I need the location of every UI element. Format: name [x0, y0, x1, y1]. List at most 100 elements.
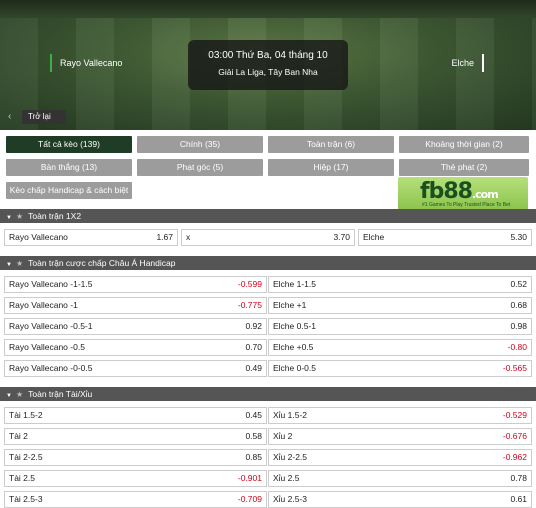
odds-value: 0.78 — [510, 473, 527, 483]
odds-cell[interactable]: Rayo Vallecano 1.67 — [4, 229, 178, 246]
odds-cell[interactable]: Tài 2.5 -0.901 — [4, 470, 267, 487]
match-info-box: 03:00 Thứ Ba, 04 tháng 10 Giải La Liga, … — [188, 40, 348, 90]
tab-2[interactable]: Toàn trận (6) — [268, 136, 394, 153]
collapse-arrow-icon[interactable]: ▼ — [6, 389, 12, 403]
section-title: Toàn trận Tài/Xỉu — [28, 389, 93, 399]
odds-cell[interactable]: Xỉu 2.5-3 0.61 — [268, 491, 532, 508]
tab-3[interactable]: Khoảng thời gian (2) — [399, 136, 529, 153]
section-header[interactable]: ▼ ★ Toàn trận Tài/Xỉu — [0, 387, 536, 401]
odds-cell[interactable]: Xỉu 1.5-2 -0.529 — [268, 407, 532, 424]
odds-cell[interactable]: Elche 0-0.5 -0.565 — [268, 360, 532, 377]
odds-value: -0.676 — [502, 431, 527, 441]
odds-value: 0.92 — [245, 321, 262, 331]
odds-cell[interactable]: x 3.70 — [181, 229, 355, 246]
collapse-arrow-icon[interactable]: ▼ — [6, 211, 12, 225]
away-team-name: Elche — [451, 54, 484, 72]
odds-label: Xỉu 2.5 — [273, 473, 300, 483]
favorite-star-icon[interactable]: ★ — [16, 210, 23, 224]
odds-cell[interactable]: Rayo Vallecano -1-1.5 -0.599 — [4, 276, 267, 293]
odds-cell[interactable]: Rayo Vallecano -1 -0.775 — [4, 297, 267, 314]
odds-cell[interactable]: Tài 2-2.5 0.85 — [4, 449, 267, 466]
odds-value: 0.49 — [245, 363, 262, 373]
odds-cell[interactable]: Elche 0.5-1 0.98 — [268, 318, 532, 335]
odds-value: 0.61 — [510, 494, 527, 504]
section-header[interactable]: ▼ ★ Toàn trận 1X2 — [0, 209, 536, 223]
favorite-star-icon[interactable]: ★ — [16, 257, 23, 271]
odds-value: 0.85 — [245, 452, 262, 462]
odds-value: 3.70 — [333, 232, 350, 242]
odds-label: Tài 2-2.5 — [9, 452, 43, 462]
odds-label: Rayo Vallecano -1 — [9, 300, 78, 310]
odds-value: 1.67 — [156, 232, 173, 242]
tab-4[interactable]: Bàn thắng (13) — [6, 159, 132, 176]
section-header[interactable]: ▼ ★ Toàn trận cược chấp Châu Á Handicap — [0, 256, 536, 270]
match-time: 03:00 Thứ Ba, 04 tháng 10 — [208, 50, 328, 61]
odds-label: Elche 0-0.5 — [273, 363, 316, 373]
odds-cell[interactable]: Xỉu 2-2.5 -0.962 — [268, 449, 532, 466]
odds-cell[interactable]: Elche +0.5 -0.80 — [268, 339, 532, 356]
favorite-star-icon[interactable]: ★ — [16, 388, 23, 402]
fb88-logo: fb88.com — [420, 179, 499, 204]
odds-value: -0.529 — [502, 410, 527, 420]
fb88-tagline: #1 Games To Play Trusted Place To Bet — [422, 202, 511, 208]
odds-value: -0.962 — [502, 452, 527, 462]
collapse-arrow-icon[interactable]: ▼ — [6, 258, 12, 272]
odds-cell[interactable]: Tài 1.5-2 0.45 — [4, 407, 267, 424]
odds-label: Elche 0.5-1 — [273, 321, 316, 331]
back-button[interactable]: ‹ Trở lại — [8, 110, 66, 124]
odds-label: Elche — [363, 232, 385, 242]
odds-cell[interactable]: Tài 2.5-3 -0.709 — [4, 491, 267, 508]
tab-8[interactable]: Kèo chấp Handicap & cách biệt (5) — [6, 182, 132, 212]
section-title: Toàn trận cược chấp Châu Á Handicap — [28, 258, 176, 268]
odds-value: 0.98 — [510, 321, 527, 331]
odds-label: Xỉu 2 — [273, 431, 293, 441]
tab-7[interactable]: Thẻ phạt (2) — [399, 159, 529, 176]
tab-5[interactable]: Phạt góc (5) — [137, 159, 263, 176]
odds-value: 0.52 — [510, 279, 527, 289]
odds-cell[interactable]: Tài 2 0.58 — [4, 428, 267, 445]
odds-value: 0.68 — [510, 300, 527, 310]
odds-label: Xỉu 1.5-2 — [273, 410, 308, 420]
odds-value: -0.565 — [502, 363, 527, 373]
odds-label: Rayo Vallecano -0.5 — [9, 342, 85, 352]
odds-value: 5.30 — [510, 232, 527, 242]
odds-value: -0.80 — [507, 342, 527, 352]
odds-value: -0.709 — [237, 494, 262, 504]
odds-cell[interactable]: Rayo Vallecano -0.5 0.70 — [4, 339, 267, 356]
fb88-banner[interactable]: fb88.com #1 Games To Play Trusted Place … — [398, 177, 528, 210]
chevron-left-icon: ‹ — [8, 111, 12, 122]
tab-6[interactable]: Hiệp (17) — [268, 159, 394, 176]
odds-cell[interactable]: Elche 1-1.5 0.52 — [268, 276, 532, 293]
section-title: Toàn trận 1X2 — [28, 211, 82, 221]
odds-label: Xỉu 2.5-3 — [273, 494, 308, 504]
odds-label: Elche 1-1.5 — [273, 279, 316, 289]
tab-1[interactable]: Chính (35) — [137, 136, 263, 153]
home-team-name: Rayo Vallecano — [50, 54, 122, 72]
odds-cell[interactable]: Rayo Vallecano -0-0.5 0.49 — [4, 360, 267, 377]
odds-cell[interactable]: Elche +1 0.68 — [268, 297, 532, 314]
match-hero: Rayo Vallecano 03:00 Thứ Ba, 04 tháng 10… — [0, 0, 536, 130]
odds-label: Elche +0.5 — [273, 342, 314, 352]
odds-label: Elche +1 — [273, 300, 307, 310]
stadium-crowd — [0, 0, 536, 18]
odds-value: -0.775 — [237, 300, 262, 310]
odds-value: 0.45 — [245, 410, 262, 420]
tab-0[interactable]: Tất cả kèo (139) — [6, 136, 132, 153]
odds-label: Xỉu 2-2.5 — [273, 452, 308, 462]
odds-value: 0.70 — [245, 342, 262, 352]
odds-label: Tài 2.5-3 — [9, 494, 43, 504]
back-label: Trở lại — [28, 112, 51, 121]
odds-label: Rayo Vallecano -0-0.5 — [9, 363, 93, 373]
odds-label: x — [186, 232, 191, 242]
odds-cell[interactable]: Xỉu 2.5 0.78 — [268, 470, 532, 487]
odds-cell[interactable]: Xỉu 2 -0.676 — [268, 428, 532, 445]
odds-cell[interactable]: Elche 5.30 — [358, 229, 532, 246]
odds-value: -0.599 — [237, 279, 262, 289]
odds-label: Rayo Vallecano -0.5-1 — [9, 321, 93, 331]
odds-value: 0.58 — [245, 431, 262, 441]
odds-label: Tài 2 — [9, 431, 28, 441]
odds-label: Tài 1.5-2 — [9, 410, 43, 420]
odds-cell[interactable]: Rayo Vallecano -0.5-1 0.92 — [4, 318, 267, 335]
odds-label: Rayo Vallecano — [9, 232, 68, 242]
odds-label: Tài 2.5 — [9, 473, 35, 483]
